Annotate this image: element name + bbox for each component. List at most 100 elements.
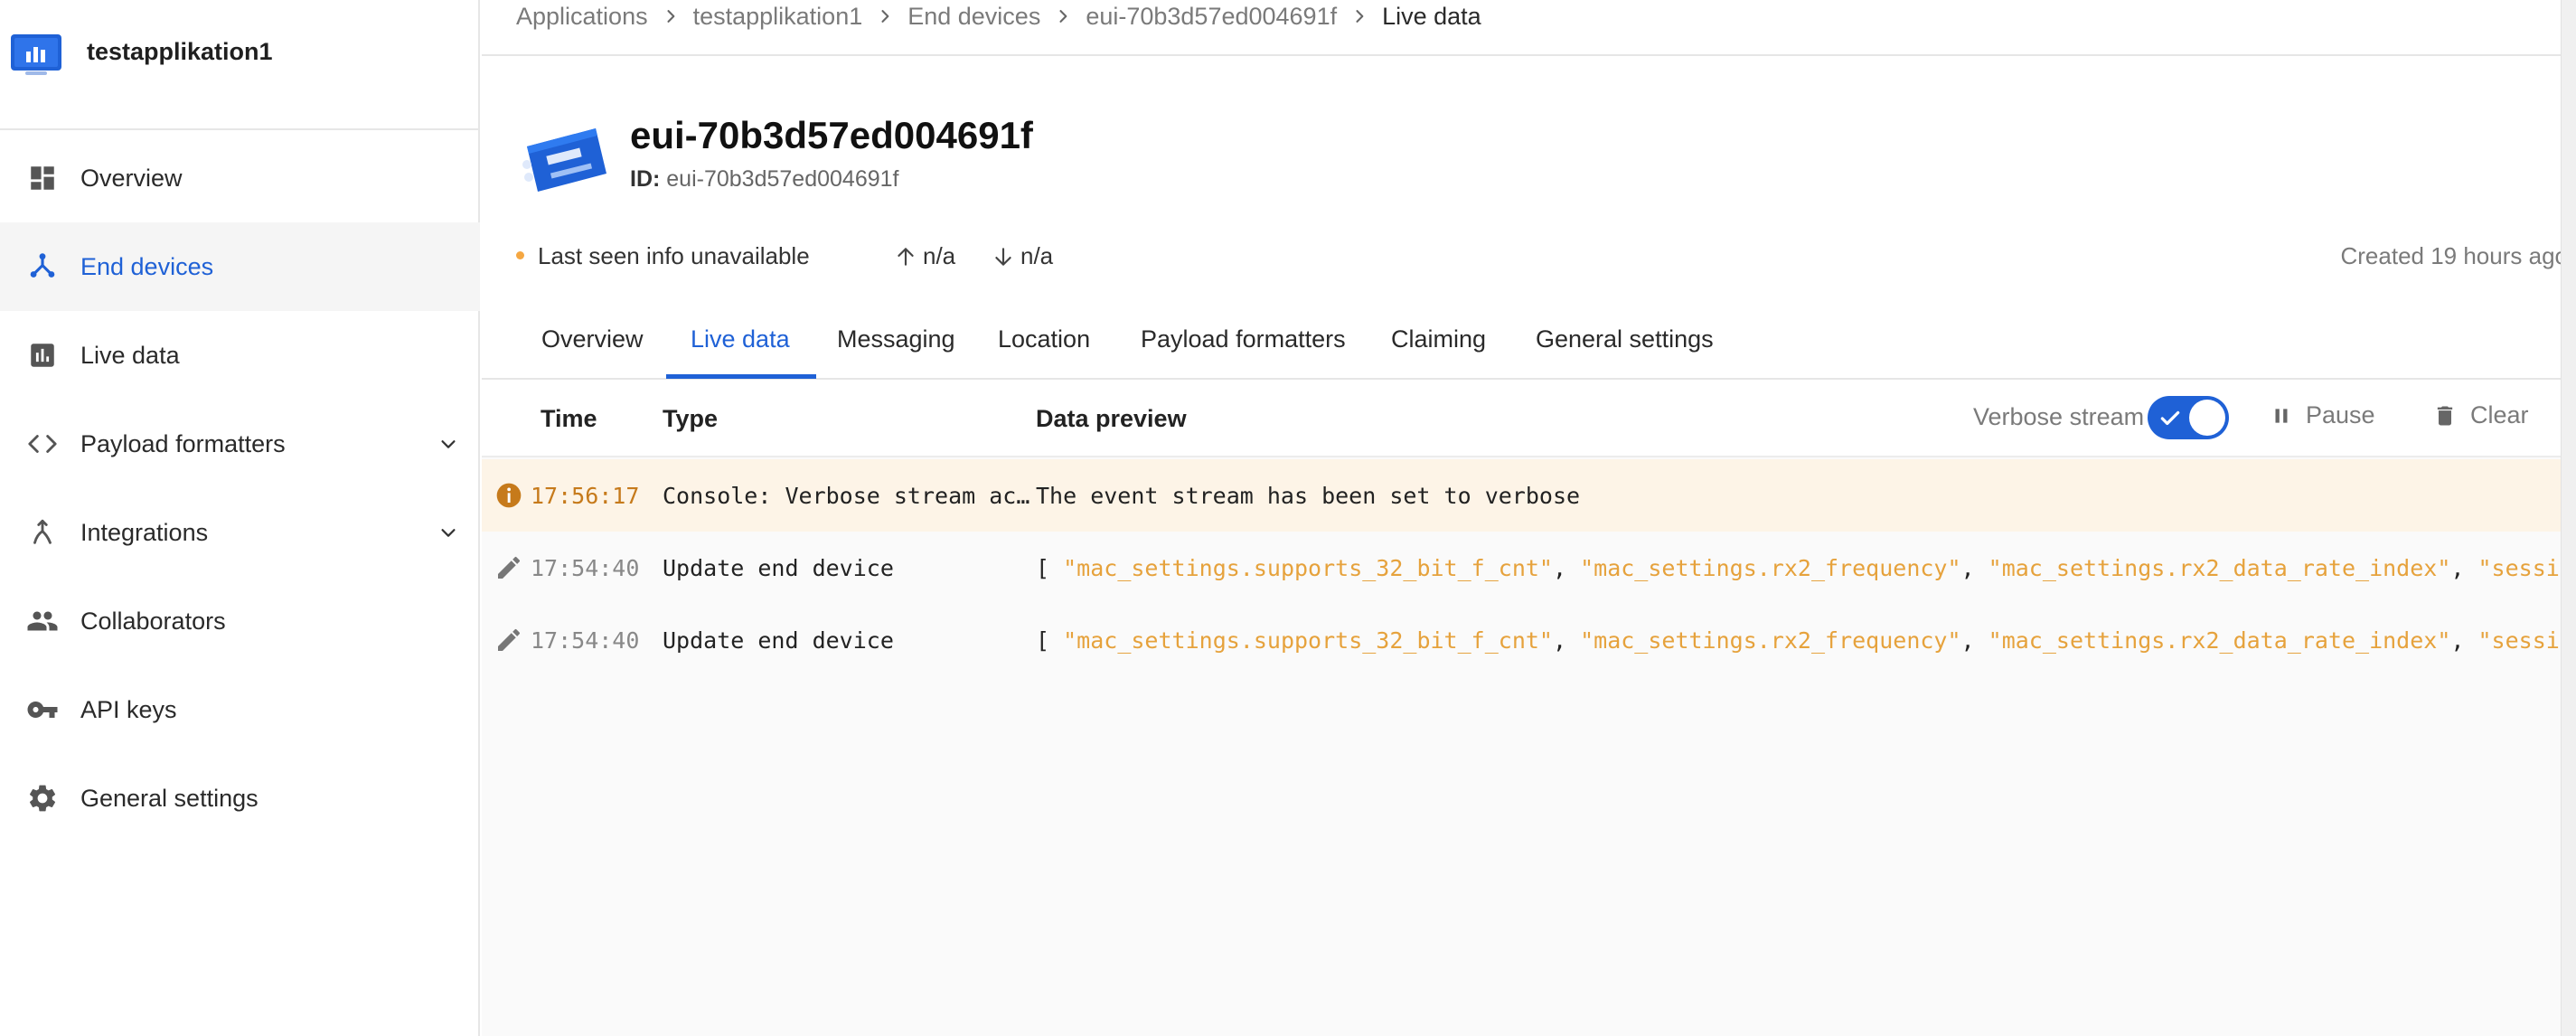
row-preview: [ "mac_settings.supports_32_bit_f_cnt", … bbox=[1036, 627, 2576, 654]
preview-bracket-open: [ bbox=[1036, 555, 1050, 581]
sidebar-item-payload-formatters[interactable]: Payload formatters bbox=[0, 400, 480, 488]
breadcrumb-applications[interactable]: Applications bbox=[516, 3, 648, 31]
row-time: 17:54:40 bbox=[531, 555, 640, 581]
arrow-down-icon bbox=[995, 247, 1011, 266]
tab-payload-formatters[interactable]: Payload formatters bbox=[1141, 325, 1346, 353]
device-title: eui-70b3d57ed004691f bbox=[630, 114, 1033, 156]
sidebar-item-label: General settings bbox=[80, 784, 259, 812]
pause-button[interactable]: Pause bbox=[2270, 401, 2375, 429]
live-data-table: Time Type Data preview Verbose stream Pa… bbox=[482, 381, 2576, 1036]
sidebar-item-api-keys[interactable]: API keys bbox=[0, 665, 480, 754]
preview-string: "mac_settings.rx2_frequency" bbox=[1580, 555, 1961, 581]
sidebar-item-label: Payload formatters bbox=[80, 429, 286, 457]
status-indicator bbox=[516, 251, 524, 259]
downlink-value: n/a bbox=[1020, 242, 1054, 269]
pencil-icon bbox=[498, 628, 521, 651]
chevron-right-icon bbox=[862, 3, 907, 30]
pause-icon bbox=[2275, 408, 2288, 423]
column-header-type: Type bbox=[663, 405, 719, 432]
sidebar-item-label: Live data bbox=[80, 341, 180, 369]
sidebar-item-integrations[interactable]: Integrations bbox=[0, 488, 480, 577]
sidebar-item-overview[interactable]: Overview bbox=[0, 134, 480, 222]
sidebar-item-general-settings[interactable]: General settings bbox=[0, 754, 480, 843]
main-content: Applications testapplikation1 End device… bbox=[482, 0, 2576, 1036]
row-type: Update end device bbox=[663, 627, 894, 654]
row-time: 17:56:17 bbox=[531, 483, 640, 509]
sidebar-item-collaborators[interactable]: Collaborators bbox=[0, 577, 480, 665]
chevron-right-icon bbox=[1040, 3, 1086, 30]
application-logo-icon bbox=[11, 34, 61, 75]
uplink-count: n/a bbox=[894, 242, 955, 270]
page-scrollbar[interactable] bbox=[2561, 0, 2576, 1036]
last-seen-status: Last seen info unavailable bbox=[538, 242, 810, 269]
tab-claiming[interactable]: Claiming bbox=[1391, 325, 1486, 353]
active-tab-indicator bbox=[666, 374, 816, 379]
device-id-label: ID: bbox=[630, 166, 661, 192]
breadcrumb-application[interactable]: testapplikation1 bbox=[693, 3, 863, 31]
row-time: 17:54:40 bbox=[531, 627, 640, 654]
app-header[interactable]: testapplikation1 bbox=[0, 0, 480, 130]
preview-string: "mac_settings.rx2_data_rate_index" bbox=[1988, 627, 2451, 654]
pause-label: Pause bbox=[2306, 401, 2375, 429]
row-preview: [ "mac_settings.supports_32_bit_f_cnt", … bbox=[1036, 555, 2576, 581]
created-timestamp: Created 19 hours ago bbox=[2340, 242, 2568, 269]
table-row[interactable]: 17:56:17 Console: Verbose stream ac… The… bbox=[482, 459, 2561, 532]
sidebar-item-live-data[interactable]: Live data bbox=[0, 311, 480, 400]
integrations-icon bbox=[25, 515, 60, 550]
column-header-data-preview: Data preview bbox=[1036, 405, 1187, 432]
row-type: Update end device bbox=[663, 555, 894, 581]
sidebar-nav: Overview End devices Live data Payload f… bbox=[0, 134, 480, 843]
bar-chart-icon bbox=[25, 338, 60, 372]
device-id: ID: eui-70b3d57ed004691f bbox=[630, 166, 898, 193]
device-tabs: Overview Live data Messaging Location Pa… bbox=[482, 298, 2561, 380]
people-icon bbox=[25, 604, 60, 638]
table-row[interactable]: 17:54:40 Update end device [ "mac_settin… bbox=[482, 604, 2576, 676]
key-icon bbox=[25, 692, 60, 727]
chevron-right-icon bbox=[1337, 3, 1382, 30]
application-name: testapplikation1 bbox=[87, 38, 273, 65]
preview-string: "mac_settings.rx2_frequency" bbox=[1580, 627, 1961, 654]
table-header: Time Type Data preview Verbose stream Pa… bbox=[482, 381, 2561, 457]
row-preview: The event stream has been set to verbose bbox=[1036, 483, 1581, 509]
gear-icon bbox=[25, 781, 60, 815]
sidebar-item-label: Integrations bbox=[80, 518, 209, 546]
tab-overview[interactable]: Overview bbox=[541, 325, 644, 353]
device-status-row: Last seen info unavailable n/a n/a Creat… bbox=[516, 239, 2568, 275]
row-type: Console: Verbose stream ac… bbox=[663, 483, 1030, 509]
downlink-count: n/a bbox=[992, 242, 1053, 270]
breadcrumb-end-devices[interactable]: End devices bbox=[907, 3, 1040, 31]
breadcrumb: Applications testapplikation1 End device… bbox=[516, 0, 1481, 33]
clear-button[interactable]: Clear bbox=[2432, 401, 2529, 429]
info-icon bbox=[496, 483, 522, 508]
trash-icon bbox=[2437, 406, 2453, 425]
chevron-down-icon[interactable] bbox=[435, 519, 462, 546]
sidebar-item-end-devices[interactable]: End devices bbox=[0, 222, 480, 311]
arrow-up-icon bbox=[898, 247, 914, 266]
sidebar-item-label: Overview bbox=[80, 164, 183, 192]
dashboard-icon bbox=[25, 161, 60, 195]
preview-bracket-open: [ bbox=[1036, 627, 1050, 654]
tab-messaging[interactable]: Messaging bbox=[837, 325, 955, 353]
preview-string: "mac_settings.rx2_data_rate_index" bbox=[1988, 555, 2451, 581]
sidebar-item-label: Collaborators bbox=[80, 607, 226, 635]
preview-string: "mac_settings.supports_32_bit_f_cnt" bbox=[1063, 627, 1553, 654]
chevron-right-icon bbox=[648, 3, 693, 30]
breadcrumb-device[interactable]: eui-70b3d57ed004691f bbox=[1086, 3, 1337, 31]
end-device-icon bbox=[522, 128, 606, 192]
end-devices-icon bbox=[25, 250, 60, 284]
table-row[interactable]: 17:54:40 Update end device [ "mac_settin… bbox=[482, 532, 2576, 604]
tab-location[interactable]: Location bbox=[998, 325, 1090, 353]
verbose-stream-toggle[interactable] bbox=[2148, 396, 2229, 439]
tab-live-data[interactable]: Live data bbox=[691, 325, 790, 353]
chevron-down-icon[interactable] bbox=[435, 430, 462, 457]
sidebar-item-label: End devices bbox=[80, 252, 214, 280]
code-icon bbox=[25, 427, 60, 461]
pencil-icon bbox=[498, 556, 521, 579]
toggle-knob bbox=[2189, 400, 2225, 436]
tab-general-settings[interactable]: General settings bbox=[1536, 325, 1714, 353]
breadcrumb-live-data: Live data bbox=[1382, 2, 1481, 30]
breadcrumb-bar: Applications testapplikation1 End device… bbox=[482, 0, 2561, 56]
column-header-time: Time bbox=[541, 405, 597, 432]
uplink-value: n/a bbox=[923, 242, 956, 269]
check-icon bbox=[2160, 410, 2180, 426]
